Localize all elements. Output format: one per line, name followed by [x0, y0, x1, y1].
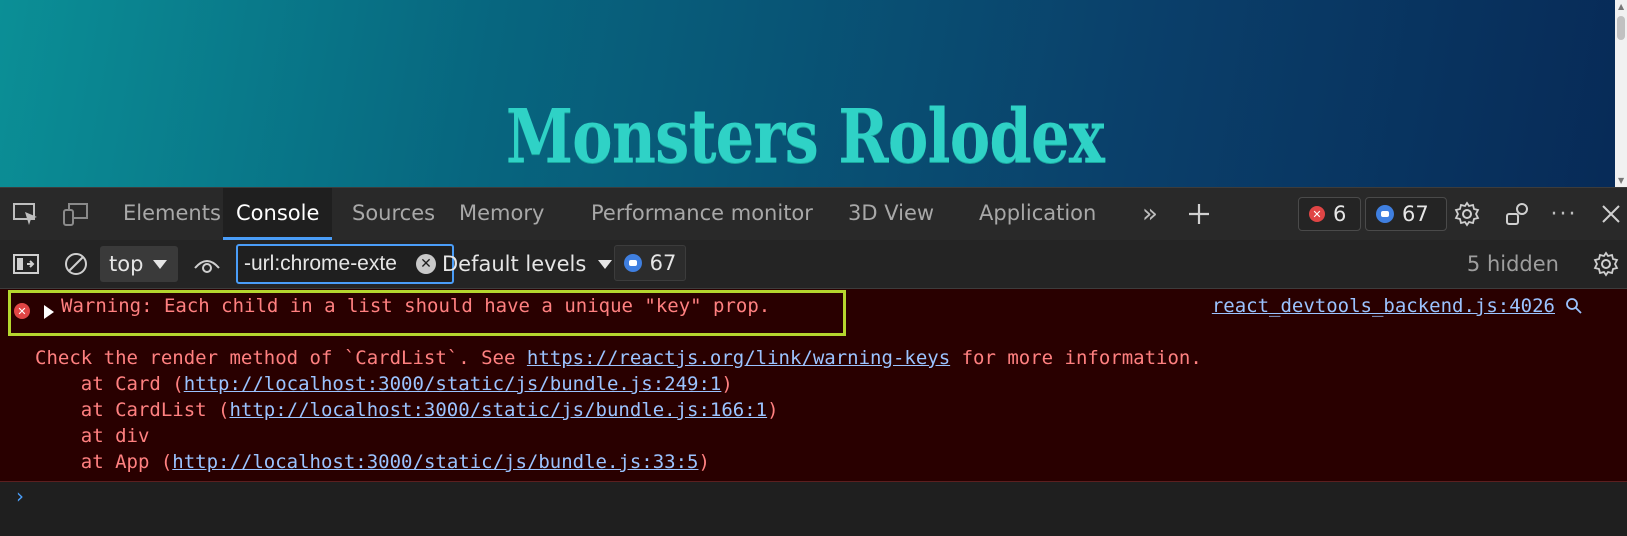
error-count: 6	[1333, 202, 1347, 226]
stack-frame: at App (http://localhost:3000/static/js/…	[35, 451, 710, 473]
warning-message[interactable]: Warning: Each child in a list should hav…	[61, 295, 770, 317]
stack-frame-text: at CardList (	[35, 399, 230, 421]
stack-frame: at div	[35, 425, 150, 447]
console-filter[interactable]: ✕	[236, 244, 454, 284]
stack-frame-text: at div	[35, 425, 150, 447]
warning-keys-link[interactable]: https://reactjs.org/link/warning-keys	[527, 347, 950, 369]
device-toolbar-icon[interactable]	[62, 200, 90, 228]
scroll-up-arrow-icon[interactable]: ▲	[1618, 2, 1624, 11]
close-icon[interactable]	[1597, 200, 1625, 228]
error-icon: ✕	[14, 303, 30, 319]
console-messages: ✕ Warning: Each child in a list should h…	[0, 289, 1627, 482]
error-count-button[interactable]: ✕ 6	[1298, 197, 1361, 231]
tab-console[interactable]: Console	[223, 188, 333, 240]
tab-elements[interactable]: Elements	[123, 188, 221, 240]
message-icon	[1376, 205, 1394, 223]
issues-count-button[interactable]: 67	[614, 245, 686, 281]
check-render-line: Check the render method of `CardList`. S…	[35, 347, 1202, 369]
customize-icon[interactable]	[1504, 200, 1532, 228]
check-render-suffix: for more information.	[950, 347, 1202, 369]
console-toolbar: top ✕ Default levels 67 5 hidden	[0, 240, 1627, 289]
stack-frame-link[interactable]: http://localhost:3000/static/js/bundle.j…	[184, 373, 722, 395]
page-scrollbar[interactable]: ▲ ▼	[1615, 0, 1627, 187]
tab-memory[interactable]: Memory	[459, 188, 544, 240]
log-levels-dropdown[interactable]: Default levels	[432, 246, 613, 282]
issues-count: 67	[649, 251, 677, 275]
filter-input[interactable]	[244, 252, 414, 276]
chevron-right-icon: ›	[16, 484, 24, 508]
stack-frame-suffix: )	[721, 373, 733, 395]
devtools-tabbar: Elements Console Sources Memory Performa…	[0, 187, 1627, 241]
message-count: 67	[1402, 202, 1429, 226]
clear-console-icon[interactable]	[62, 250, 90, 278]
error-icon: ✕	[1309, 206, 1325, 222]
stack-frame: at Card (http://localhost:3000/static/js…	[35, 373, 733, 395]
search-icon[interactable]	[1565, 297, 1587, 319]
scrollbar-thumb[interactable]	[1617, 16, 1625, 40]
log-levels-label: Default levels	[442, 252, 587, 276]
console-prompt[interactable]: ›	[0, 482, 1627, 536]
expand-triangle-icon[interactable]	[44, 305, 54, 319]
chevrons-right-icon[interactable]: »	[1136, 199, 1164, 229]
live-expression-eye-icon[interactable]	[193, 250, 221, 278]
stack-frame-text: at Card (	[35, 373, 184, 395]
tab-sources[interactable]: Sources	[352, 188, 435, 240]
context-selector[interactable]: top	[100, 246, 178, 282]
stack-frame-suffix: )	[767, 399, 779, 421]
message-count-button[interactable]: 67	[1365, 197, 1447, 231]
console-settings-gear-icon[interactable]	[1592, 250, 1620, 278]
ellipsis-icon[interactable]: ···	[1550, 200, 1578, 228]
tab-application[interactable]: Application	[979, 188, 1096, 240]
tab-3d-view[interactable]: 3D View	[848, 188, 934, 240]
gear-icon[interactable]	[1453, 200, 1481, 228]
chevron-down-icon	[153, 259, 168, 269]
scroll-down-arrow-icon[interactable]: ▼	[1618, 176, 1624, 185]
inspect-element-icon[interactable]	[12, 200, 40, 228]
message-icon	[623, 254, 642, 272]
stack-frame-link[interactable]: http://localhost:3000/static/js/bundle.j…	[172, 451, 698, 473]
plus-icon[interactable]	[1185, 200, 1213, 228]
chevron-down-icon	[598, 259, 613, 269]
sidebar-toggle-icon[interactable]	[12, 250, 40, 278]
stack-frame-suffix: )	[698, 451, 710, 473]
stack-frame-link[interactable]: http://localhost:3000/static/js/bundle.j…	[229, 399, 767, 421]
page-viewport: Monsters Rolodex ▲ ▼	[0, 0, 1627, 187]
hidden-messages-count: 5 hidden	[1466, 252, 1559, 276]
stack-frame: at CardList (http://localhost:3000/stati…	[35, 399, 779, 421]
check-render-text: Check the render method of `CardList`. S…	[35, 347, 527, 369]
page-title: Monsters Rolodex	[505, 94, 1105, 180]
stack-frame-text: at App (	[35, 451, 173, 473]
tab-performance-monitor[interactable]: Performance monitor	[591, 188, 813, 240]
source-link[interactable]: react_devtools_backend.js:4026	[1212, 295, 1555, 317]
context-value: top	[109, 252, 144, 276]
